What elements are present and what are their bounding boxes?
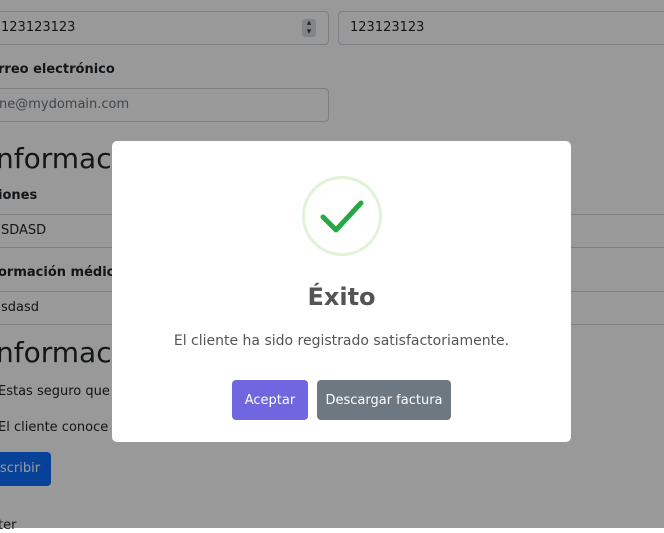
accept-button[interactable]: Aceptar bbox=[232, 380, 308, 420]
success-check-icon bbox=[302, 176, 382, 256]
dialog-message: El cliente ha sido registrado satisfacto… bbox=[173, 333, 510, 349]
success-dialog: Éxito El cliente ha sido registrado sati… bbox=[112, 141, 571, 442]
checkmark-icon bbox=[320, 200, 364, 233]
download-invoice-button[interactable]: Descargar factura bbox=[317, 380, 451, 420]
dialog-title: Éxito bbox=[307, 283, 376, 311]
